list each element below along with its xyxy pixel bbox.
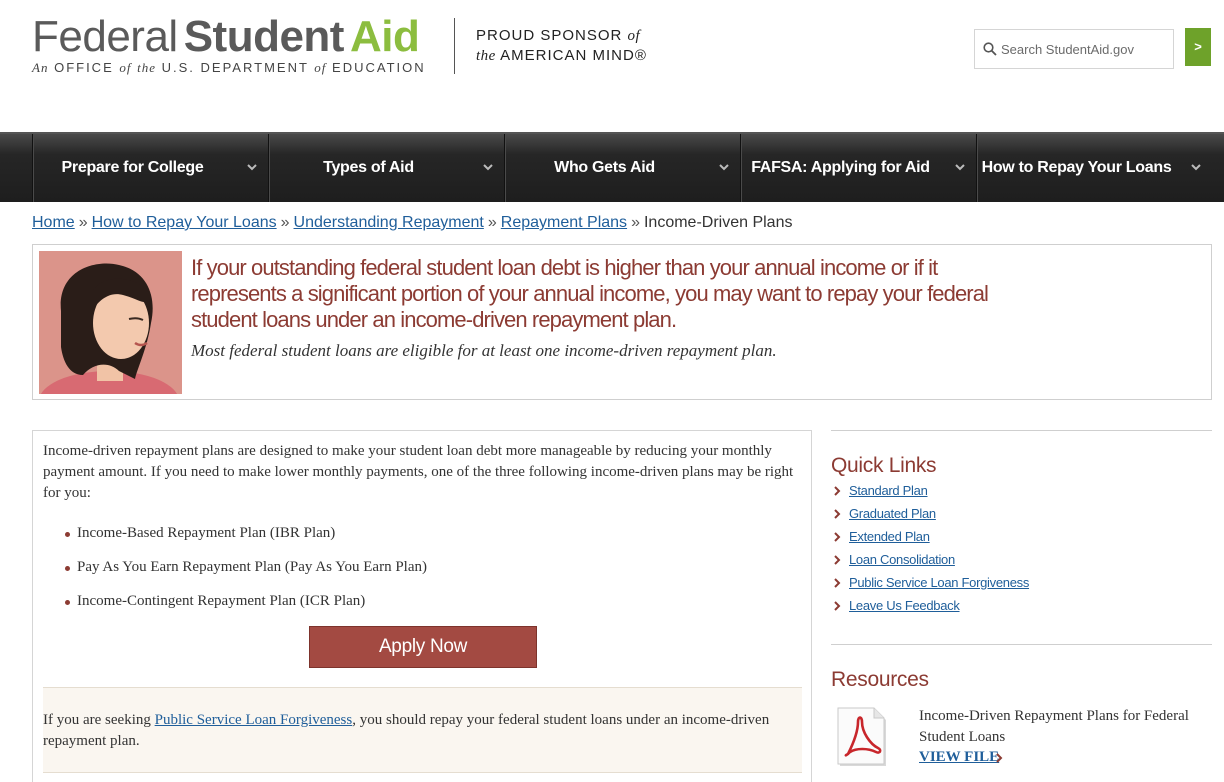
search-box (974, 29, 1174, 69)
chevron-right-icon (834, 486, 841, 496)
breadcrumb-separator: » (631, 214, 640, 231)
list-item: Income-Contingent Repayment Plan (ICR Pl… (65, 593, 427, 627)
breadcrumb-current: Income-Driven Plans (643, 214, 793, 231)
apply-now-button[interactable]: Apply Now (309, 626, 537, 668)
bullet-icon (65, 566, 70, 571)
resources-heading: Resources (831, 668, 929, 691)
logo-student: Student (183, 12, 345, 61)
quick-link-label[interactable]: Loan Consolidation (849, 552, 955, 567)
search-submit-button[interactable]: > (1185, 28, 1211, 66)
quick-link-pslf[interactable]: Public Service Loan Forgiveness (831, 575, 1029, 598)
chevron-right-icon (834, 532, 841, 542)
plan-label: Income-Contingent Repayment Plan (ICR Pl… (77, 593, 366, 609)
logo-tagline: An OFFICE of the U.S. DEPARTMENT of EDUC… (32, 60, 426, 76)
chevron-right-icon (834, 509, 841, 519)
tagline-part: EDUCATION (332, 60, 426, 75)
quick-links-list: Standard Plan Graduated Plan Extended Pl… (831, 483, 1029, 621)
quick-link-label[interactable]: Graduated Plan (849, 506, 936, 521)
breadcrumb-understanding-repayment[interactable]: Understanding Repayment (294, 214, 484, 231)
sidebar-divider (831, 644, 1212, 645)
quick-link-label[interactable]: Leave Us Feedback (849, 598, 960, 613)
nav-item-prepare-for-college[interactable]: Prepare for College (32, 134, 268, 202)
woman-portrait-image (39, 251, 182, 394)
nav-item-how-to-repay[interactable]: How to Repay Your Loans (976, 134, 1212, 202)
hero-photo (39, 251, 182, 394)
hero-subline: Most federal student loans are eligible … (191, 341, 777, 360)
nav-item-label: FAFSA: Applying for Aid (751, 159, 930, 176)
sponsor-line2-italic: the (476, 48, 496, 64)
sponsor-line1: PROUD SPONSOR (476, 27, 623, 44)
logo-aid: Aid (349, 12, 420, 61)
plan-list: Income-Based Repayment Plan (IBR Plan) P… (65, 525, 427, 627)
breadcrumb: Home» How to Repay Your Loans» Understandi… (32, 214, 792, 232)
quick-link-standard-plan[interactable]: Standard Plan (831, 483, 1029, 506)
tagline-part: An (32, 60, 49, 75)
hero-headline: If your outstanding federal student loan… (191, 255, 989, 332)
pslf-text-before: If you are seeking (43, 712, 155, 728)
breadcrumb-separator: » (280, 214, 290, 231)
pdf-file-icon[interactable] (836, 706, 890, 768)
quick-link-loan-consolidation[interactable]: Loan Consolidation (831, 552, 1029, 575)
nav-item-types-of-aid[interactable]: Types of Aid (268, 134, 504, 202)
nav-item-fafsa[interactable]: FAFSA: Applying for Aid (740, 134, 976, 202)
quick-link-label[interactable]: Extended Plan (849, 529, 930, 544)
search-input[interactable] (1001, 30, 1171, 68)
main-nav: Prepare for College Types of Aid Who Get… (0, 132, 1224, 202)
federal-student-aid-logo[interactable]: Federal Student Aid An OFFICE of the U.S. … (32, 14, 426, 76)
chevron-right-icon (996, 753, 1003, 763)
tagline-part: OFFICE (54, 60, 114, 75)
pslf-link[interactable]: Public Service Loan Forgiveness (155, 712, 353, 728)
quick-links-heading: Quick Links (831, 454, 937, 477)
sponsor-line2: AMERICAN MIND® (500, 47, 647, 64)
logo-federal: Federal (32, 12, 178, 61)
breadcrumb-separator: » (487, 214, 497, 231)
intro-paragraph: Income-driven repayment plans are design… (43, 443, 794, 501)
quick-link-graduated-plan[interactable]: Graduated Plan (831, 506, 1029, 529)
header-divider (454, 18, 455, 74)
plan-label: Income-Based Repayment Plan (IBR Plan) (77, 525, 336, 541)
sponsor-tagline: PROUD SPONSOR of the AMERICAN MIND® (476, 26, 647, 66)
pslf-callout: If you are seeking Public Service Loan F… (43, 687, 802, 773)
site-header: Federal Student Aid An OFFICE of the U.S. … (0, 0, 1224, 132)
nav-item-label: How to Repay Your Loans (981, 159, 1172, 176)
sponsor-line1-italic: of (627, 28, 641, 44)
view-file-link[interactable]: VIEW FILE (919, 749, 999, 766)
nav-item-label: Types of Aid (323, 159, 414, 176)
quick-link-extended-plan[interactable]: Extended Plan (831, 529, 1029, 552)
tagline-part: U.S. DEPARTMENT (161, 60, 309, 75)
list-item: Income-Based Repayment Plan (IBR Plan) (65, 525, 427, 559)
chevron-right-icon (834, 578, 841, 588)
chevron-right-icon (834, 601, 841, 611)
resource-title: Income-Driven Repayment Plans for Federa… (919, 708, 1189, 745)
search-icon (983, 42, 997, 56)
tagline-part: the (137, 60, 157, 75)
sidebar-divider (831, 430, 1212, 431)
nav-item-who-gets-aid[interactable]: Who Gets Aid (504, 134, 740, 202)
breadcrumb-separator: » (78, 214, 88, 231)
nav-item-label: Who Gets Aid (554, 159, 655, 176)
chevron-down-icon (1191, 164, 1201, 171)
quick-link-feedback[interactable]: Leave Us Feedback (831, 598, 1029, 621)
list-item: Pay As You Earn Repayment Plan (Pay As Y… (65, 559, 427, 593)
main-content: Income-driven repayment plans are design… (32, 430, 812, 782)
breadcrumb-home[interactable]: Home (32, 214, 75, 231)
pslf-text: If you are seeking Public Service Loan F… (43, 710, 802, 752)
tagline-part: of (314, 60, 327, 75)
breadcrumb-how-to-repay[interactable]: How to Repay Your Loans (92, 214, 277, 231)
quick-link-label[interactable]: Standard Plan (849, 483, 928, 498)
hero-banner: If your outstanding federal student loan… (32, 244, 1212, 400)
chevron-right-icon (834, 555, 841, 565)
quick-link-label[interactable]: Public Service Loan Forgiveness (849, 575, 1029, 590)
tagline-part: of (119, 60, 132, 75)
breadcrumb-repayment-plans[interactable]: Repayment Plans (501, 214, 627, 231)
bullet-icon (65, 532, 70, 537)
bullet-icon (65, 600, 70, 605)
logo-wordmark: Federal Student Aid (32, 14, 426, 60)
plan-label: Pay As You Earn Repayment Plan (Pay As Y… (77, 559, 428, 575)
nav-item-label: Prepare for College (61, 159, 204, 176)
